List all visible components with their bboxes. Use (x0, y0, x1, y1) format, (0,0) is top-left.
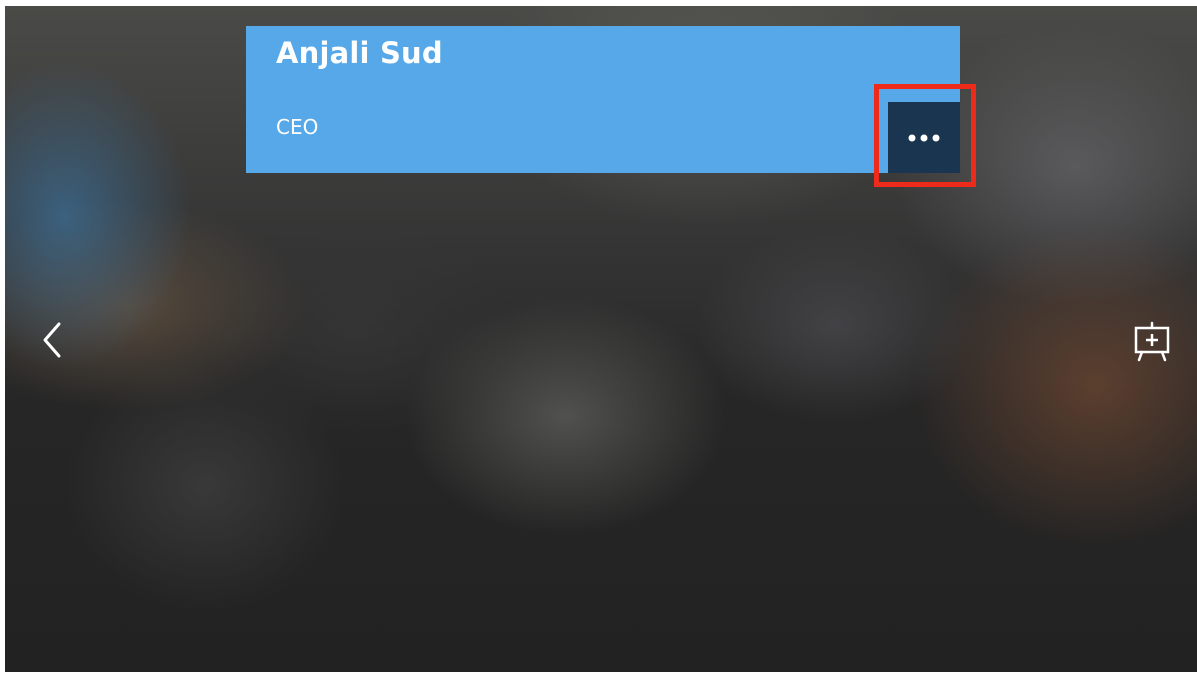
chevron-left-icon (43, 322, 61, 358)
more-options-button[interactable] (888, 102, 960, 173)
add-to-board-icon (1134, 321, 1170, 362)
person-title: CEO (276, 115, 319, 139)
person-name: Anjali Sud (276, 36, 443, 70)
add-to-board-button[interactable] (1129, 319, 1175, 365)
video-viewer: Anjali Sud CEO (5, 6, 1197, 672)
more-horizontal-icon (908, 134, 940, 141)
back-button[interactable] (33, 318, 73, 362)
name-card: Anjali Sud CEO (246, 26, 960, 173)
